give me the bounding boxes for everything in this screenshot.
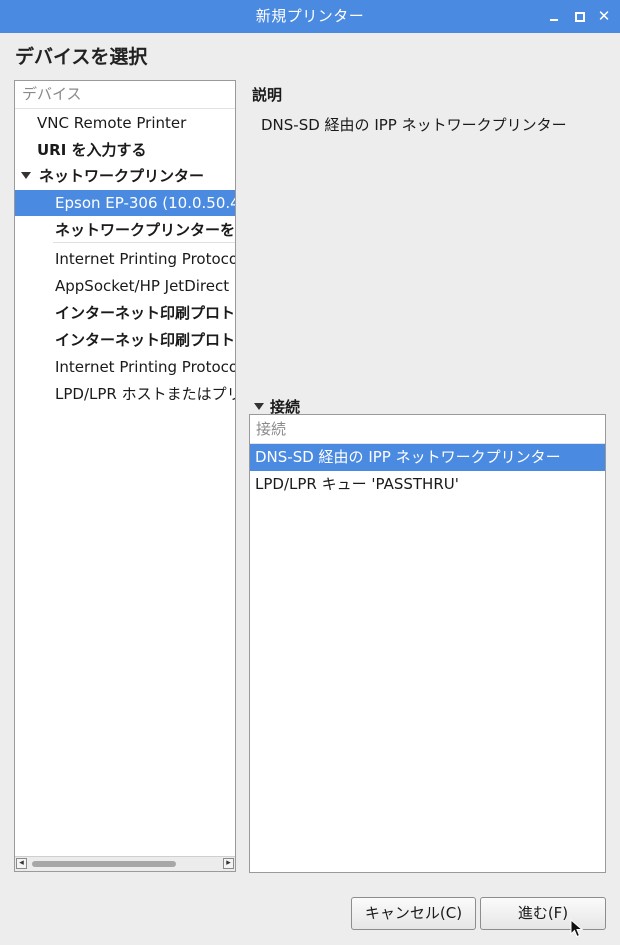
device-item-internet-print-2[interactable]: インターネット印刷プロトコル bbox=[15, 327, 236, 353]
description-title: 説明 bbox=[252, 86, 283, 104]
device-item-label: Epson EP-306 (10.0.50.4) bbox=[55, 194, 236, 212]
device-item-epson[interactable]: Epson EP-306 (10.0.50.4) bbox=[15, 190, 236, 216]
close-icon[interactable]: ✕ bbox=[596, 8, 612, 24]
window-title: 新規プリンター bbox=[255, 7, 365, 25]
device-item-label: Internet Printing Protocol (http) bbox=[55, 358, 235, 376]
device-item-ipp[interactable]: Internet Printing Protocol (ipp) bbox=[15, 246, 235, 272]
expand-triangle-icon bbox=[254, 403, 264, 410]
device-item-label: AppSocket/HP JetDirect bbox=[55, 277, 230, 295]
device-group-network-printer[interactable]: ネットワークプリンター bbox=[15, 163, 235, 189]
device-item-label: ネットワークプリンターを検索 bbox=[55, 221, 236, 239]
page-title: デバイスを選択 bbox=[15, 46, 148, 68]
connection-list[interactable]: 接続 DNS-SD 経由の IPP ネットワークプリンター LPD/LPR キュ… bbox=[249, 414, 606, 873]
cancel-button[interactable]: キャンセル(C) bbox=[351, 897, 476, 930]
connection-item-dnssd[interactable]: DNS-SD 経由の IPP ネットワークプリンター bbox=[250, 444, 605, 471]
minimize-icon[interactable] bbox=[547, 8, 563, 24]
connection-item-lpd[interactable]: LPD/LPR キュー 'PASSTHRU' bbox=[250, 471, 605, 498]
device-item-lpd[interactable]: LPD/LPR ホストまたはプリンター bbox=[15, 381, 235, 407]
device-item-label: インターネット印刷プロトコル bbox=[55, 331, 236, 349]
description-text: DNS-SD 経由の IPP ネットワークプリンター bbox=[261, 116, 567, 134]
scroll-left-icon[interactable]: ◂ bbox=[16, 858, 27, 869]
horizontal-scrollbar[interactable]: ◂ ▸ bbox=[15, 856, 235, 871]
scroll-right-icon[interactable]: ▸ bbox=[223, 858, 234, 869]
scrollbar-thumb[interactable] bbox=[32, 861, 176, 867]
device-item-label: URI を入力する bbox=[37, 141, 147, 159]
title-bar[interactable]: 新規プリンター ✕ bbox=[0, 0, 620, 33]
device-item-label: LPD/LPR ホストまたはプリンター bbox=[55, 385, 235, 403]
device-list[interactable]: デバイス VNC Remote Printer URI を入力する ネットワーク… bbox=[14, 80, 236, 872]
device-item-vnc[interactable]: VNC Remote Printer bbox=[15, 110, 235, 136]
device-item-internet-print-1[interactable]: インターネット印刷プロトコル bbox=[15, 300, 236, 326]
forward-button[interactable]: 進む(F) bbox=[480, 897, 606, 930]
device-item-ipp-http[interactable]: Internet Printing Protocol (http) bbox=[15, 354, 235, 380]
device-item-appsocket[interactable]: AppSocket/HP JetDirect bbox=[15, 273, 235, 299]
mouse-cursor-icon bbox=[570, 919, 584, 938]
device-item-enter-uri[interactable]: URI を入力する bbox=[15, 137, 235, 163]
maximize-icon[interactable] bbox=[572, 8, 588, 24]
device-item-label: インターネット印刷プロトコル bbox=[55, 304, 236, 322]
connection-list-header[interactable]: 接続 bbox=[250, 415, 605, 444]
device-item-label: Internet Printing Protocol (ipp) bbox=[55, 250, 235, 268]
device-item-label: VNC Remote Printer bbox=[37, 114, 187, 132]
device-item-find-network[interactable]: ネットワークプリンターを検索 bbox=[53, 217, 236, 243]
expand-triangle-icon[interactable] bbox=[21, 172, 31, 179]
device-list-header[interactable]: デバイス bbox=[15, 81, 235, 109]
device-item-label: ネットワークプリンター bbox=[39, 167, 205, 185]
